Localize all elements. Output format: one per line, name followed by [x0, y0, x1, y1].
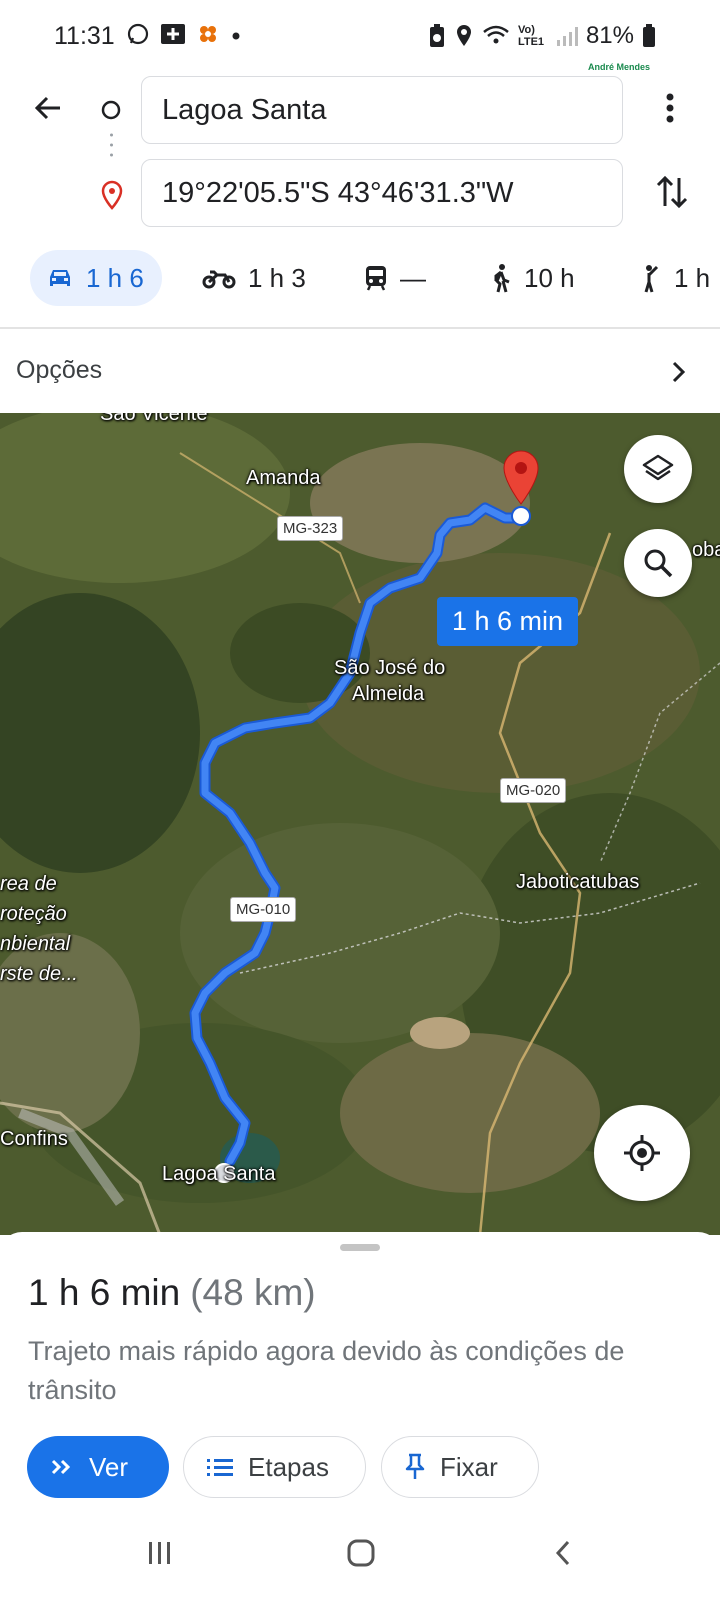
- road-shield: MG-010: [230, 897, 297, 922]
- mode-car[interactable]: 1 h 6: [30, 250, 162, 306]
- mode-walk[interactable]: 10 h: [474, 250, 591, 306]
- search-along-route-button[interactable]: [624, 529, 692, 597]
- destination-pin-icon: [101, 180, 123, 210]
- search-icon: [644, 549, 673, 578]
- destination-field[interactable]: 19°22'05.5"S 43°46'31.3"W: [141, 159, 623, 227]
- home-icon: [347, 1539, 375, 1567]
- eta-badge[interactable]: 1 h 6 min: [437, 597, 579, 646]
- road-shield: MG-323: [277, 516, 344, 541]
- route-dots-icon: [110, 133, 113, 157]
- place-label: Amanda: [246, 467, 321, 489]
- map-view[interactable]: São Vicente Amanda São José do Almeida J…: [0, 413, 720, 1235]
- place-label: Jaboticatubas: [516, 871, 640, 893]
- arrow-back-icon: [34, 96, 60, 120]
- battery-icon: [643, 24, 655, 47]
- divider: [0, 327, 720, 329]
- whatsapp-icon: [127, 23, 149, 45]
- back-nav-button[interactable]: [538, 1533, 588, 1573]
- layers-button[interactable]: [624, 435, 692, 503]
- double-chevron-icon: [51, 1459, 71, 1475]
- watermark: André Mendes: [587, 62, 650, 72]
- route-distance: (48 km): [190, 1272, 316, 1313]
- swap-button[interactable]: [652, 170, 692, 214]
- notification-dot-icon: [232, 32, 240, 40]
- medical-app-icon: [161, 24, 185, 44]
- place-label: Lagoa Santa: [162, 1163, 276, 1185]
- signal-icon: [556, 27, 578, 46]
- origin-field[interactable]: Lagoa Santa: [141, 76, 623, 144]
- options-label: Opções: [16, 356, 103, 384]
- mode-ride[interactable]: 1 h: [624, 250, 720, 306]
- place-label: oba: [692, 539, 720, 561]
- battery-saver-icon: [429, 24, 444, 47]
- my-location-button[interactable]: [594, 1105, 690, 1201]
- chevron-right-icon: [672, 361, 686, 383]
- place-label: rea de: [0, 873, 57, 895]
- road-shield: MG-020: [500, 778, 567, 803]
- more-options-button[interactable]: [650, 88, 690, 128]
- transit-icon: [366, 266, 386, 291]
- view-button[interactable]: Ver: [27, 1436, 169, 1498]
- network-label: Vo) LTE1: [517, 24, 545, 48]
- route-summary: 1 h 6 min (48 km): [28, 1272, 316, 1314]
- origin-circle-icon: [101, 100, 121, 120]
- place-label: Almeida: [352, 683, 425, 705]
- walk-icon: [494, 264, 510, 293]
- car-icon: [50, 270, 70, 286]
- recent-apps-icon: [149, 1542, 170, 1564]
- place-label: São Vicente: [100, 413, 208, 425]
- mode-motorcycle[interactable]: 1 h 3: [186, 250, 322, 306]
- status-bar: 11:31 Vo) LTE1 81% André Mendes: [0, 0, 720, 72]
- motorcycle-icon: [202, 270, 236, 289]
- wifi-icon: [483, 25, 509, 44]
- location-icon: [456, 25, 471, 46]
- place-label: roteção: [0, 903, 67, 925]
- pushpin-icon: [405, 1453, 425, 1479]
- recent-apps-button[interactable]: [135, 1533, 185, 1573]
- route-description: Trajeto mais rápido agora devido às cond…: [28, 1336, 625, 1405]
- travel-mode-bar: 1 h 6 1 h 3 — 10 h 1 h: [0, 250, 720, 308]
- battery-percent: 81%: [585, 22, 634, 49]
- home-button[interactable]: [336, 1533, 386, 1573]
- route-duration: 1 h 6 min: [28, 1272, 181, 1313]
- satellite-terrain: [0, 413, 720, 1235]
- back-chevron-icon: [555, 1540, 570, 1566]
- system-navigation-bar: [0, 1525, 720, 1600]
- place-label: rste de...: [0, 963, 78, 985]
- steps-button[interactable]: Etapas: [183, 1436, 366, 1498]
- back-button[interactable]: [28, 88, 68, 128]
- flower-app-icon: [200, 26, 216, 42]
- list-icon: [207, 1459, 233, 1476]
- mode-transit[interactable]: —: [348, 250, 442, 306]
- layers-icon: [642, 454, 674, 481]
- options-row[interactable]: Opções: [0, 330, 720, 413]
- pin-button[interactable]: Fixar: [381, 1436, 539, 1498]
- more-vert-icon: [666, 93, 674, 123]
- swap-vert-icon: [656, 175, 688, 209]
- place-label: São José do: [334, 657, 446, 679]
- my-location-icon: [624, 1135, 660, 1171]
- place-label: nbiental: [0, 933, 71, 955]
- status-time: 11:31: [54, 22, 115, 50]
- drag-handle[interactable]: [340, 1244, 380, 1251]
- place-label: Confins: [0, 1128, 68, 1150]
- hail-icon: [644, 265, 659, 293]
